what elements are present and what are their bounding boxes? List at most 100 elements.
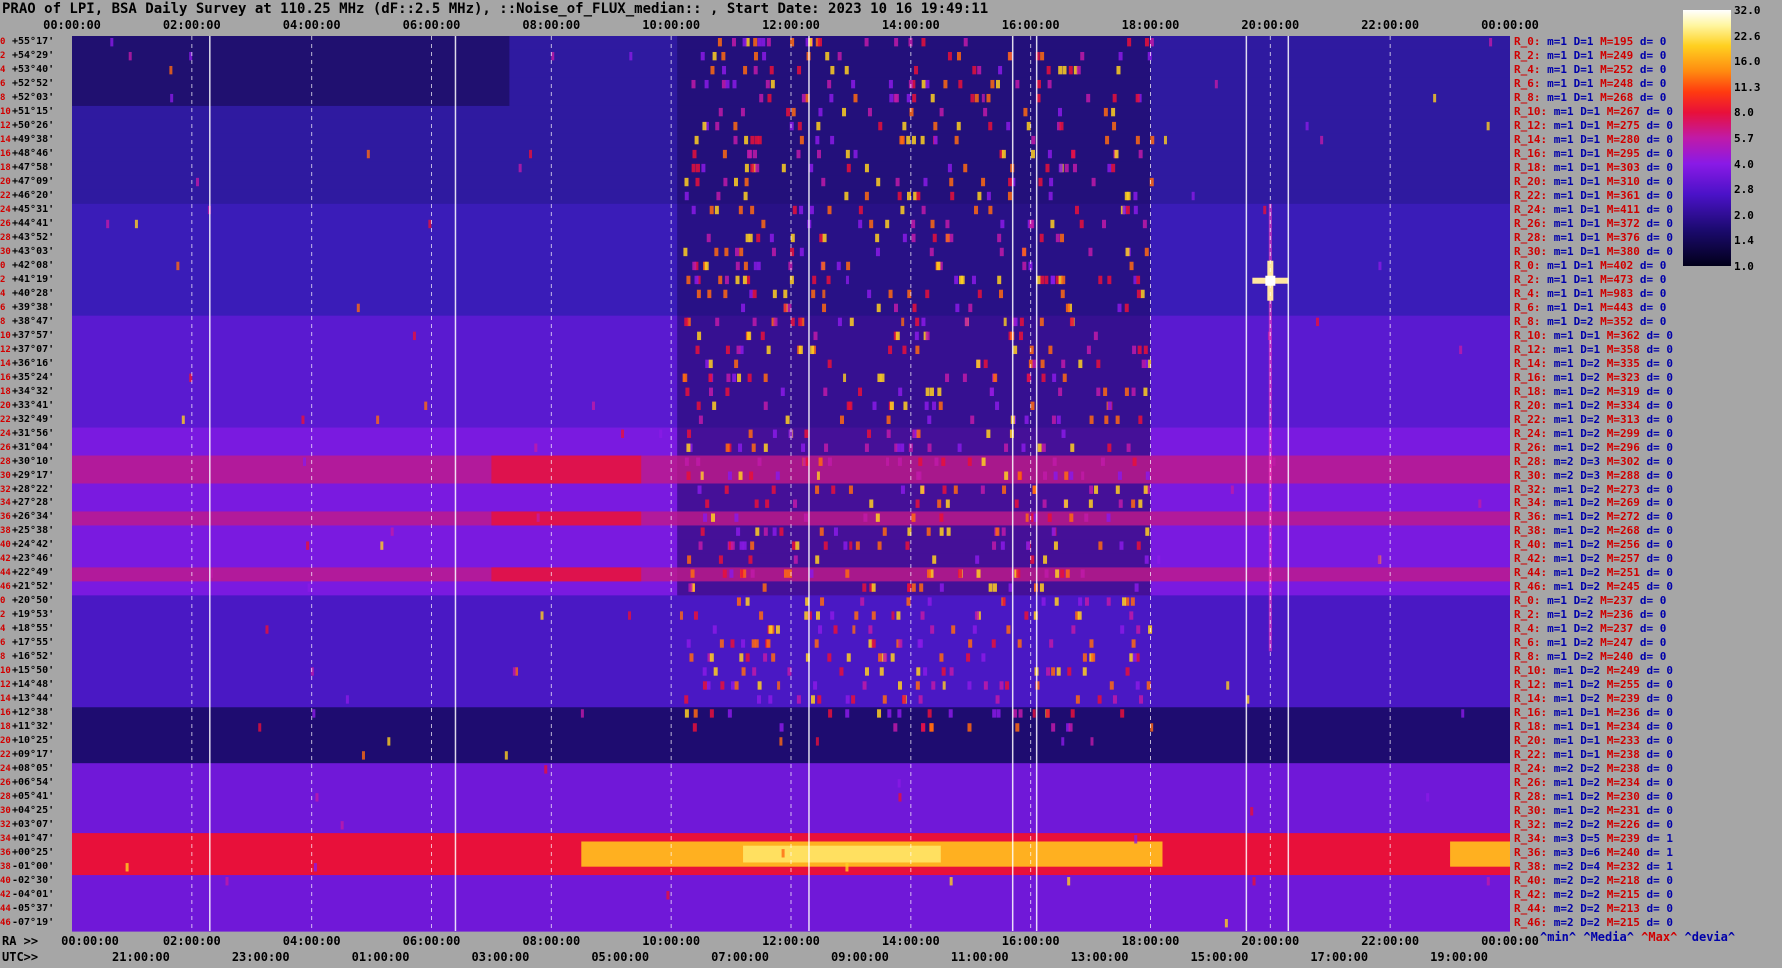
noise-speck — [691, 205, 696, 215]
noise-speck — [767, 93, 772, 103]
ra-tick-label: 10:00:00 — [642, 934, 701, 948]
stat-row-id: R_4: — [1514, 62, 1548, 76]
stat-max: M=295 — [1606, 146, 1647, 160]
row-number: 0 — [0, 37, 6, 47]
noise-speck — [1132, 653, 1137, 662]
noise-speck — [705, 359, 710, 369]
stat-min: m=1 — [1547, 608, 1574, 622]
noise-speck — [659, 429, 663, 438]
row-number: 20 — [0, 736, 11, 747]
stat-min: m=1 — [1553, 384, 1581, 398]
stat-max: M=239 — [1606, 692, 1647, 706]
stat-row: R_12: m=1 D=2 M=255 d= 0 — [1514, 679, 1673, 691]
noise-speck — [929, 247, 934, 257]
noise-speck — [1068, 65, 1073, 75]
legend-min: ^min^ — [1540, 930, 1577, 944]
noise-speck — [915, 345, 920, 355]
noise-speck — [1461, 709, 1465, 718]
noise-speck — [853, 149, 858, 159]
noise-speck — [946, 527, 951, 536]
stat-min: m=1 — [1553, 356, 1581, 370]
noise-speck — [981, 93, 985, 103]
noise-speck — [366, 149, 370, 159]
noise-speck — [1080, 51, 1085, 61]
stat-min: m=2 — [1553, 454, 1581, 468]
declination-label: 4 +40°28' — [0, 288, 54, 300]
stat-min: m=1 — [1547, 594, 1574, 608]
noise-speck — [1026, 541, 1031, 550]
noise-speck — [1082, 653, 1087, 662]
noise-speck — [1061, 737, 1065, 746]
noise-speck — [793, 555, 798, 564]
stat-row: R_20: m=1 D=2 M=334 d= 0 — [1514, 399, 1673, 412]
stat-max: M=323 — [1606, 370, 1647, 384]
noise-speck — [830, 65, 835, 75]
stat-max: M=231 — [1606, 804, 1647, 818]
noise-speck — [1080, 569, 1085, 578]
noise-speck — [682, 373, 686, 383]
noise-speck — [752, 667, 757, 676]
noise-speck — [1132, 457, 1137, 466]
noise-speck — [1056, 415, 1061, 424]
noise-speck — [799, 135, 804, 145]
noise-speck — [1017, 639, 1022, 648]
declination-label: 12+14°48' — [0, 679, 54, 691]
noise-speck — [760, 331, 765, 341]
row-number: 26 — [0, 778, 11, 789]
noise-speck — [685, 387, 690, 396]
noise-speck — [779, 527, 784, 536]
noise-speck — [818, 625, 823, 634]
noise-speck — [759, 611, 764, 620]
noise-speck — [629, 51, 633, 61]
stat-row: R_32: m=1 D=2 M=273 d= 0 — [1514, 483, 1673, 496]
stat-row: R_44: m=2 D=2 M=213 d= 0 — [1514, 903, 1673, 915]
noise-speck — [733, 121, 738, 131]
row-number: 30 — [0, 806, 11, 817]
noise-speck — [1116, 65, 1121, 75]
noise-speck — [723, 289, 728, 299]
stat-row-id: R_10: — [1514, 664, 1554, 678]
noise-speck — [823, 541, 828, 550]
stat-max: M=236 — [1600, 608, 1640, 622]
stat-dev: d= 0 — [1639, 300, 1667, 314]
bright-band-core — [491, 511, 642, 526]
stat-min: m=1 — [1547, 48, 1574, 62]
noise-speck — [686, 275, 691, 285]
noise-speck — [766, 345, 771, 355]
declination-label: 22+09°17' — [0, 749, 54, 761]
declination-label: 12+37°07' — [0, 344, 54, 356]
noise-speck — [750, 569, 755, 578]
declination-value: +55°17' — [12, 36, 55, 47]
noise-speck — [995, 401, 1000, 410]
declination-label: 42-04°01' — [0, 889, 54, 901]
stat-row: R_8: m=1 D=2 M=240 d= 0 — [1514, 651, 1666, 663]
noise-speck — [739, 247, 744, 257]
stat-median: D=1 — [1580, 202, 1607, 216]
colorbar-tick-label: 5.7 — [1734, 132, 1754, 145]
stat-row-id: R_46: — [1514, 580, 1554, 594]
stat-row: R_6: m=1 D=2 M=247 d= 0 — [1514, 637, 1666, 649]
noise-speck — [1089, 639, 1094, 648]
noise-speck — [704, 261, 709, 271]
stat-max: M=240 — [1606, 846, 1647, 860]
noise-speck — [871, 583, 876, 592]
stat-median: D=1 — [1580, 734, 1607, 748]
stat-row-id: R_28: — [1514, 790, 1554, 804]
noise-speck — [754, 135, 759, 145]
noise-speck — [1120, 625, 1125, 634]
noise-speck — [722, 65, 727, 75]
noise-speck — [1043, 471, 1048, 480]
noise-speck — [1013, 345, 1018, 355]
stat-row: R_12: m=1 D=1 M=275 d= 0 — [1514, 119, 1673, 132]
stat-min: m=1 — [1553, 160, 1581, 174]
noise-speck — [878, 121, 883, 131]
noise-speck — [730, 639, 735, 648]
noise-speck — [1143, 345, 1148, 355]
noise-speck — [1038, 177, 1043, 187]
noise-speck — [927, 569, 932, 578]
stat-max: M=288 — [1606, 468, 1647, 482]
noise-speck — [783, 289, 788, 299]
noise-speck — [801, 93, 806, 103]
noise-speck — [717, 38, 722, 47]
noise-speck — [1057, 107, 1062, 117]
